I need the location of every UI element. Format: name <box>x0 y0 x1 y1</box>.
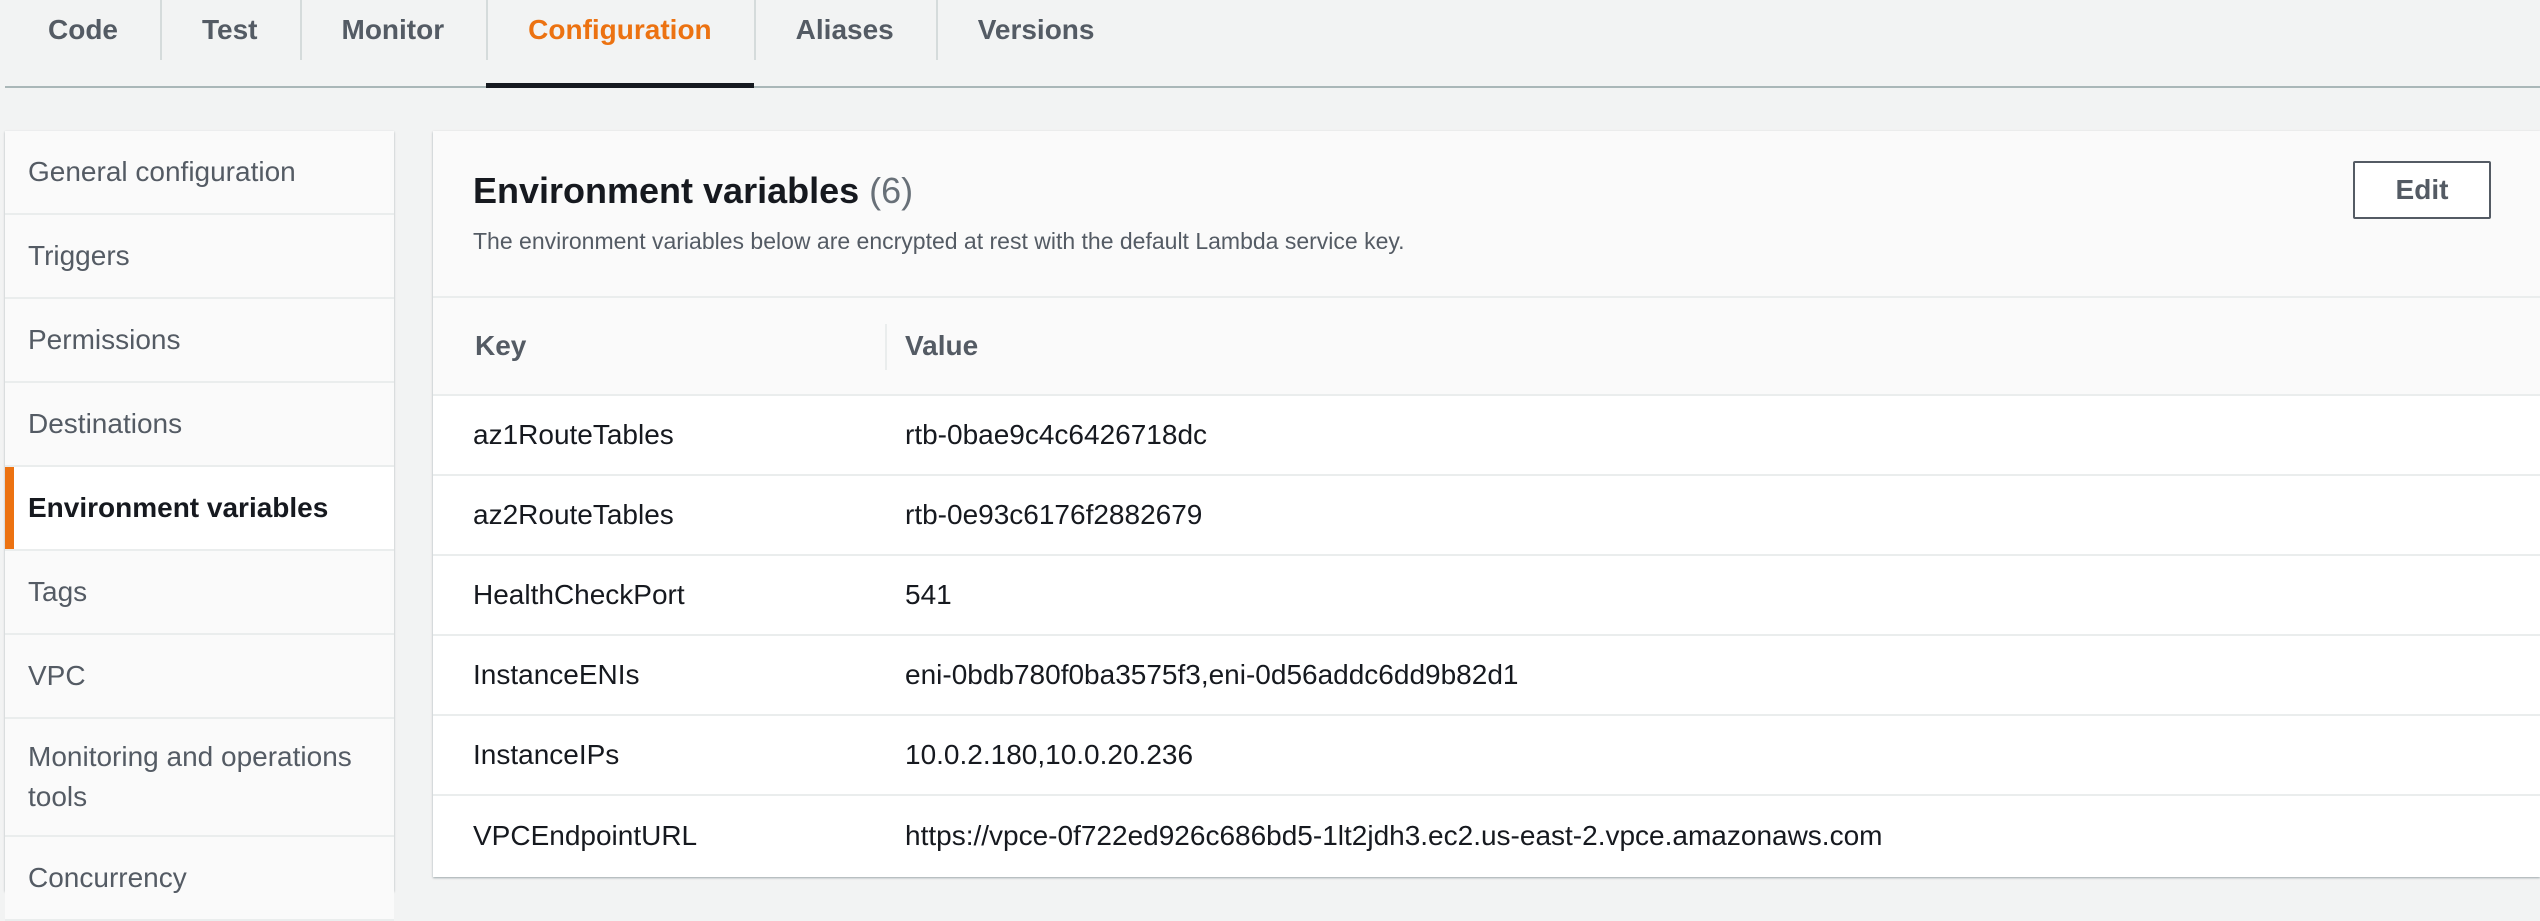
environment-variables-panel: Environment variables (6) The environmen… <box>433 131 2540 877</box>
column-divider[interactable] <box>885 324 887 370</box>
variable-key: HealthCheckPort <box>473 579 685 610</box>
column-header-value: Value <box>905 330 979 361</box>
sidenav-item-triggers[interactable]: Triggers <box>5 215 394 299</box>
tab-configuration[interactable]: Configuration <box>486 0 754 88</box>
variable-value: rtb-0e93c6176f2882679 <box>905 499 1203 530</box>
function-tabs: Code Test Monitor Configuration Aliases … <box>5 0 2540 88</box>
table-row: HealthCheckPort 541 <box>433 556 2540 636</box>
tab-test[interactable]: Test <box>160 0 300 86</box>
table-header: Key Value <box>433 298 2540 396</box>
variable-count: (6) <box>869 170 914 211</box>
variable-value: 10.0.2.180,10.0.20.236 <box>905 739 1194 770</box>
variable-key: az1RouteTables <box>473 419 674 450</box>
page-title: Environment variables (6) <box>473 169 2500 212</box>
variable-value: 541 <box>905 579 952 610</box>
edit-button[interactable]: Edit <box>2353 161 2491 219</box>
sidenav-item-tags[interactable]: Tags <box>5 551 394 635</box>
sidenav-item-general-configuration[interactable]: General configuration <box>5 131 394 215</box>
tab-code[interactable]: Code <box>5 0 160 86</box>
table-row: InstanceIPs 10.0.2.180,10.0.20.236 <box>433 716 2540 796</box>
variable-value: eni-0bdb780f0ba3575f3,eni-0d56addc6dd9b8… <box>905 659 1519 690</box>
table-row: az1RouteTables rtb-0bae9c4c6426718dc <box>433 396 2540 476</box>
variable-key: InstanceIPs <box>473 739 620 770</box>
sidenav-item-environment-variables[interactable]: Environment variables <box>5 467 394 551</box>
sidenav-item-vpc[interactable]: VPC <box>5 635 394 719</box>
table-row: InstanceENIs eni-0bdb780f0ba3575f3,eni-0… <box>433 636 2540 716</box>
environment-variables-table: Key Value az1RouteTables rtb-0bae9c4c642… <box>433 298 2540 876</box>
panel-header: Environment variables (6) The environmen… <box>433 131 2540 298</box>
variable-key: InstanceENIs <box>473 659 640 690</box>
tab-versions[interactable]: Versions <box>935 0 1137 86</box>
sidenav-item-permissions[interactable]: Permissions <box>5 299 394 383</box>
sidenav-item-destinations[interactable]: Destinations <box>5 383 394 467</box>
table-row: VPCEndpointURL https://vpce-0f722ed926c6… <box>433 796 2540 876</box>
table-row: az2RouteTables rtb-0e93c6176f2882679 <box>433 476 2540 556</box>
panel-description: The environment variables below are encr… <box>473 228 1405 255</box>
variable-key: az2RouteTables <box>473 499 674 530</box>
sidenav-item-concurrency[interactable]: Concurrency <box>5 837 394 921</box>
tab-aliases[interactable]: Aliases <box>753 0 936 86</box>
variable-value: rtb-0bae9c4c6426718dc <box>905 419 1208 450</box>
column-header-key: Key <box>475 330 527 361</box>
variable-value: https://vpce-0f722ed926c686bd5-1lt2jdh3.… <box>905 820 1883 851</box>
configuration-side-nav: General configuration Triggers Permissio… <box>5 131 394 921</box>
panel-title-text: Environment variables <box>473 170 860 211</box>
tab-monitor[interactable]: Monitor <box>299 0 487 86</box>
sidenav-item-monitoring-tools[interactable]: Monitoring and operations tools <box>5 719 394 837</box>
variable-key: VPCEndpointURL <box>473 820 698 851</box>
